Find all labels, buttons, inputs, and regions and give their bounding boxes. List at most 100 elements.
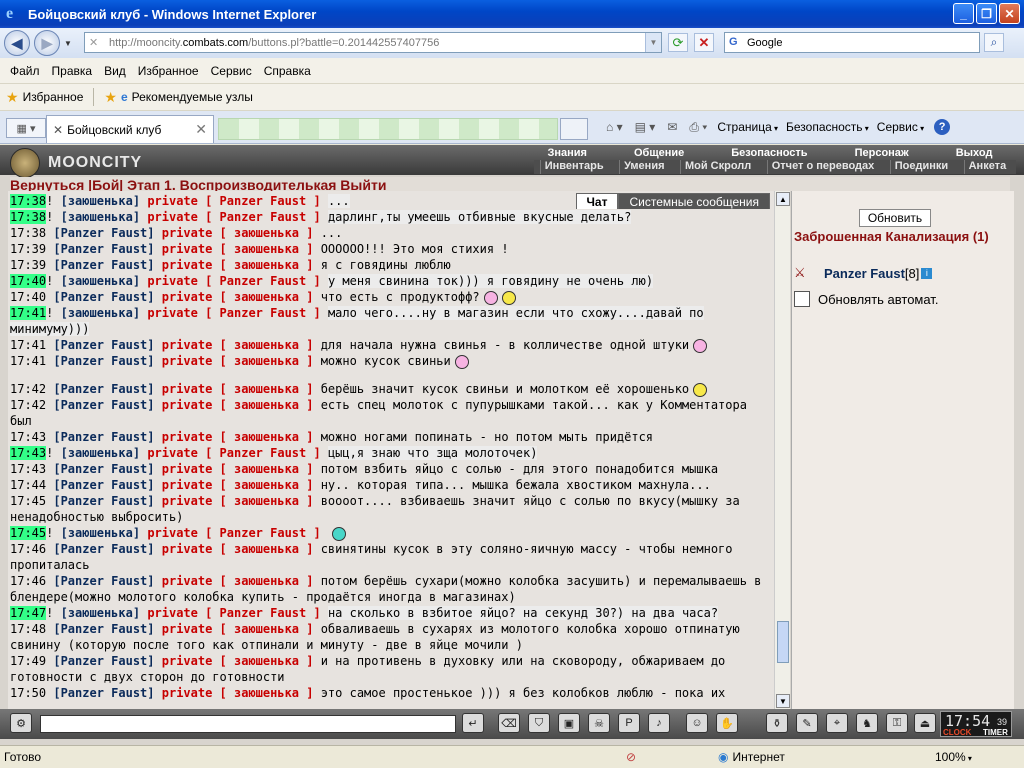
nav-security[interactable]: Безопасность [731, 147, 807, 160]
menu-edit[interactable]: Правка [46, 64, 99, 78]
sender-nick[interactable]: [заюшенька] [61, 210, 140, 224]
stop-button[interactable]: ✕ [694, 33, 714, 52]
nav-knowledge[interactable]: Знания [548, 147, 587, 160]
message-time[interactable]: 17:47 [10, 606, 47, 620]
sender-nick[interactable]: [Panzer Faust] [53, 290, 154, 304]
menu-tools[interactable]: Сервис [205, 64, 258, 78]
address-dropdown[interactable]: ▼ [645, 33, 661, 52]
feeds-icon[interactable]: ▤ ▾ [635, 120, 656, 134]
auto-refresh-checkbox[interactable] [794, 291, 810, 307]
private-recipient[interactable]: private [ заюшенька ] [162, 622, 314, 636]
private-recipient[interactable]: private [ заюшенька ] [162, 478, 314, 492]
private-recipient[interactable]: private [ заюшенька ] [162, 338, 314, 352]
lock-icon[interactable]: ⚿ [886, 713, 908, 733]
back-button[interactable]: ◀ [4, 30, 30, 56]
tab-chat[interactable]: Чат [575, 193, 619, 209]
menu-help[interactable]: Справка [258, 64, 317, 78]
bear-icon[interactable]: ♞ [856, 713, 878, 733]
message-time[interactable]: 17:43 [10, 462, 46, 476]
message-time[interactable]: 17:46 [10, 574, 46, 588]
sender-nick[interactable]: [Panzer Faust] [53, 258, 154, 272]
private-recipient[interactable]: private [ Panzer Faust ] [147, 306, 320, 320]
message-time[interactable]: 17:45 [10, 494, 46, 508]
nav-profile[interactable]: Анкета [963, 160, 1011, 174]
favorites-button[interactable]: Избранное [23, 90, 84, 104]
sender-nick[interactable]: [Panzer Faust] [53, 494, 154, 508]
sender-nick[interactable]: [заюшенька] [61, 194, 140, 208]
message-time[interactable]: 17:40 [10, 274, 47, 288]
refresh-list-button[interactable]: Обновить [859, 209, 931, 227]
sender-nick[interactable]: [заюшенька] [61, 274, 140, 288]
message-time[interactable]: 17:41 [10, 338, 46, 352]
sender-nick[interactable]: [Panzer Faust] [53, 242, 154, 256]
message-time[interactable]: 17:39 [10, 258, 46, 272]
message-time[interactable]: 17:40 [10, 290, 46, 304]
tab-close-icon[interactable]: ✕ [195, 121, 207, 138]
message-time[interactable]: 17:45 [10, 526, 47, 540]
map-icon[interactable]: ⌖ [826, 713, 848, 733]
private-recipient[interactable]: private [ Panzer Faust ] [147, 210, 320, 224]
sender-nick[interactable]: [Panzer Faust] [53, 398, 154, 412]
private-recipient[interactable]: private [ заюшенька ] [162, 462, 314, 476]
scroll-thumb[interactable] [777, 621, 789, 663]
message-time[interactable]: 17:48 [10, 622, 46, 636]
nav-fights[interactable]: Поединки [889, 160, 952, 174]
safety-menu[interactable]: Безопасность [786, 120, 869, 134]
message-time[interactable]: 17:46 [10, 542, 46, 556]
maximize-button[interactable]: ❐ [976, 3, 997, 24]
search-button[interactable]: ⌕ [984, 33, 1004, 52]
private-recipient[interactable]: private [ заюшенька ] [162, 382, 314, 396]
print-icon[interactable]: ⎙ ▾ [689, 120, 707, 135]
sender-nick[interactable]: [заюшенька] [61, 526, 140, 540]
message-time[interactable]: 17:43 [10, 430, 46, 444]
minimize-button[interactable]: _ [953, 3, 974, 24]
nav-transfer-report[interactable]: Отчет о переводах [766, 160, 879, 174]
nav-skills[interactable]: Умения [619, 160, 668, 174]
sender-nick[interactable]: [Panzer Faust] [53, 654, 154, 668]
scroll-up-arrow[interactable]: ▲ [776, 192, 790, 206]
private-recipient[interactable]: private [ Panzer Faust ] [147, 274, 320, 288]
private-recipient[interactable]: private [ заюшенька ] [162, 290, 314, 304]
nav-my-scroll[interactable]: Мой Скролл [679, 160, 755, 174]
nav-communication[interactable]: Общение [634, 147, 684, 160]
send-icon[interactable]: ↵ [462, 713, 484, 733]
pl-icon[interactable]: P [618, 713, 640, 733]
tab-fight-club[interactable]: ✕ Бойцовский клуб ✕ [46, 115, 214, 143]
close-button[interactable]: ✕ [999, 3, 1020, 24]
private-recipient[interactable]: private [ заюшенька ] [162, 258, 314, 272]
sender-nick[interactable]: [Panzer Faust] [53, 622, 154, 636]
clock-label[interactable]: CLOCK [943, 728, 971, 737]
private-recipient[interactable]: private [ заюшенька ] [162, 226, 314, 240]
message-time[interactable]: 17:38 [10, 194, 47, 208]
private-recipient[interactable]: private [ заюшенька ] [162, 654, 314, 668]
sender-nick[interactable]: [Panzer Faust] [53, 542, 154, 556]
private-recipient[interactable]: private [ заюшенька ] [162, 686, 314, 700]
sound-icon[interactable]: ♪ [648, 713, 670, 733]
chat-scrollbar[interactable]: ▲ ▼ [774, 191, 790, 709]
menu-file[interactable]: Файл [4, 64, 46, 78]
mail-icon[interactable]: ✉ [667, 120, 677, 134]
scroll-down-arrow[interactable]: ▼ [776, 694, 790, 708]
fighter-icon[interactable]: ☠ [588, 713, 610, 733]
chat-input[interactable] [40, 715, 456, 733]
private-recipient[interactable]: private [ заюшенька ] [162, 494, 314, 508]
settings-gear-icon[interactable]: ⚙ [10, 713, 32, 733]
sender-nick[interactable]: [Panzer Faust] [53, 430, 154, 444]
nav-exit[interactable]: Выход [956, 147, 993, 160]
forward-button[interactable]: ▶ [34, 30, 60, 56]
tab-system-messages[interactable]: Системные сообщения [618, 193, 770, 209]
menu-view[interactable]: Вид [98, 64, 132, 78]
zoom-level[interactable]: 100% [935, 750, 972, 764]
tools-menu[interactable]: Сервис [877, 120, 924, 134]
message-time[interactable]: 17:50 [10, 686, 46, 700]
message-time[interactable]: 17:41 [10, 354, 46, 368]
sender-nick[interactable]: [заюшенька] [61, 606, 140, 620]
sender-nick[interactable]: [Panzer Faust] [53, 478, 154, 492]
menu-favorites[interactable]: Избранное [132, 64, 205, 78]
sender-nick[interactable]: [Panzer Faust] [53, 226, 154, 240]
private-recipient[interactable]: private [ Panzer Faust ] [147, 194, 320, 208]
hand-icon[interactable]: ✋ [716, 713, 738, 733]
protected-mode-icon[interactable]: ⊘ [626, 750, 636, 764]
private-recipient[interactable]: private [ Panzer Faust ] [147, 446, 320, 460]
private-recipient[interactable]: private [ заюшенька ] [162, 398, 314, 412]
